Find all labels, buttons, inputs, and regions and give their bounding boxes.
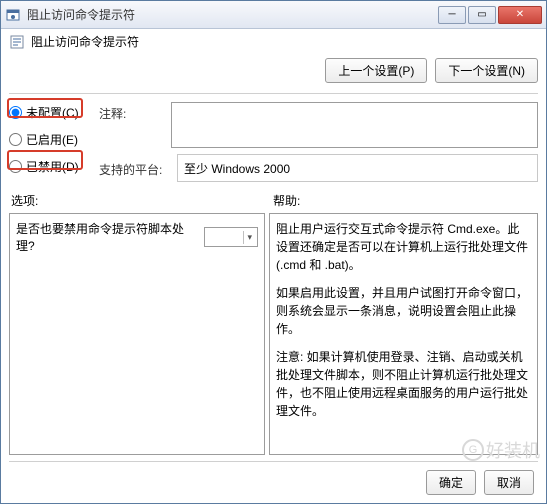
- prev-setting-button[interactable]: 上一个设置(P): [325, 58, 427, 83]
- mid-column: 注释: 支持的平台: 至少 Windows 2000: [99, 102, 538, 182]
- radio-not-configured-input[interactable]: [9, 106, 22, 119]
- radio-group: 未配置(C) 已启用(E) 已禁用(D): [9, 102, 89, 182]
- top-grid: 未配置(C) 已启用(E) 已禁用(D) 注释: 支持的平台:: [9, 102, 538, 182]
- help-paragraph-2: 如果启用此设置，并且用户试图打开命令窗口，则系统会显示一条消息，说明设置会阻止此…: [276, 284, 531, 338]
- help-paragraph-1: 阻止用户运行交互式命令提示符 Cmd.exe。此设置还确定是否可以在计算机上运行…: [276, 220, 531, 274]
- maximize-button[interactable]: ▭: [468, 6, 496, 24]
- close-icon: ✕: [516, 9, 524, 20]
- policy-title: 阻止访问命令提示符: [31, 33, 139, 50]
- radio-disabled-label: 已禁用(D): [26, 158, 79, 175]
- dialog-window: 阻止访问命令提示符 ─ ▭ ✕ 阻止访问命令提示符 上一个设置(P) 下一个设置…: [0, 0, 547, 504]
- ok-button[interactable]: 确定: [426, 470, 476, 495]
- comment-row: 注释:: [99, 102, 538, 148]
- cancel-button[interactable]: 取消: [484, 470, 534, 495]
- titlebar[interactable]: 阻止访问命令提示符 ─ ▭ ✕: [1, 1, 546, 29]
- maximize-icon: ▭: [477, 9, 486, 20]
- option-row-1: 是否也要禁用命令提示符脚本处理? ▾: [16, 220, 258, 254]
- options-label: 选项:: [9, 192, 267, 209]
- close-button[interactable]: ✕: [498, 6, 542, 24]
- radio-enabled-input[interactable]: [9, 133, 22, 146]
- radio-disabled-input[interactable]: [9, 160, 22, 173]
- help-paragraph-3: 注意: 如果计算机使用登录、注销、启动或关机批处理文件脚本，则不阻止计算机运行批…: [276, 348, 531, 420]
- platform-value: 至少 Windows 2000: [177, 154, 538, 182]
- radio-disabled[interactable]: 已禁用(D): [9, 158, 89, 175]
- app-icon: [5, 7, 21, 23]
- comment-input[interactable]: [171, 102, 538, 148]
- radio-not-configured[interactable]: 未配置(C): [9, 104, 89, 121]
- nav-row: 上一个设置(P) 下一个设置(N): [9, 56, 538, 91]
- section-labels: 选项: 帮助:: [9, 192, 538, 209]
- minimize-icon: ─: [448, 9, 455, 20]
- options-panel: 是否也要禁用命令提示符脚本处理? ▾: [9, 213, 265, 455]
- radio-enabled[interactable]: 已启用(E): [9, 131, 89, 148]
- window-title: 阻止访问命令提示符: [27, 6, 438, 23]
- policy-icon: [9, 34, 25, 50]
- window-controls: ─ ▭ ✕: [438, 6, 542, 24]
- radio-enabled-label: 已启用(E): [26, 131, 78, 148]
- chevron-down-icon: ▾: [243, 231, 255, 244]
- option-row-1-label: 是否也要禁用命令提示符脚本处理?: [16, 220, 198, 254]
- help-label: 帮助:: [267, 192, 538, 209]
- divider: [9, 93, 538, 94]
- platform-label: 支持的平台:: [99, 158, 167, 178]
- footer: 确定 取消: [9, 461, 538, 503]
- comment-label: 注释:: [99, 102, 167, 122]
- option-dropdown[interactable]: ▾: [204, 227, 258, 247]
- next-setting-button[interactable]: 下一个设置(N): [435, 58, 538, 83]
- header-row: 阻止访问命令提示符: [9, 33, 538, 50]
- panels: 是否也要禁用命令提示符脚本处理? ▾ 阻止用户运行交互式命令提示符 Cmd.ex…: [9, 213, 538, 455]
- minimize-button[interactable]: ─: [438, 6, 466, 24]
- radio-not-configured-label: 未配置(C): [26, 104, 79, 121]
- platform-row: 支持的平台: 至少 Windows 2000: [99, 154, 538, 182]
- content-area: 阻止访问命令提示符 上一个设置(P) 下一个设置(N) 未配置(C) 已启用(E…: [1, 29, 546, 503]
- help-panel: 阻止用户运行交互式命令提示符 Cmd.exe。此设置还确定是否可以在计算机上运行…: [269, 213, 538, 455]
